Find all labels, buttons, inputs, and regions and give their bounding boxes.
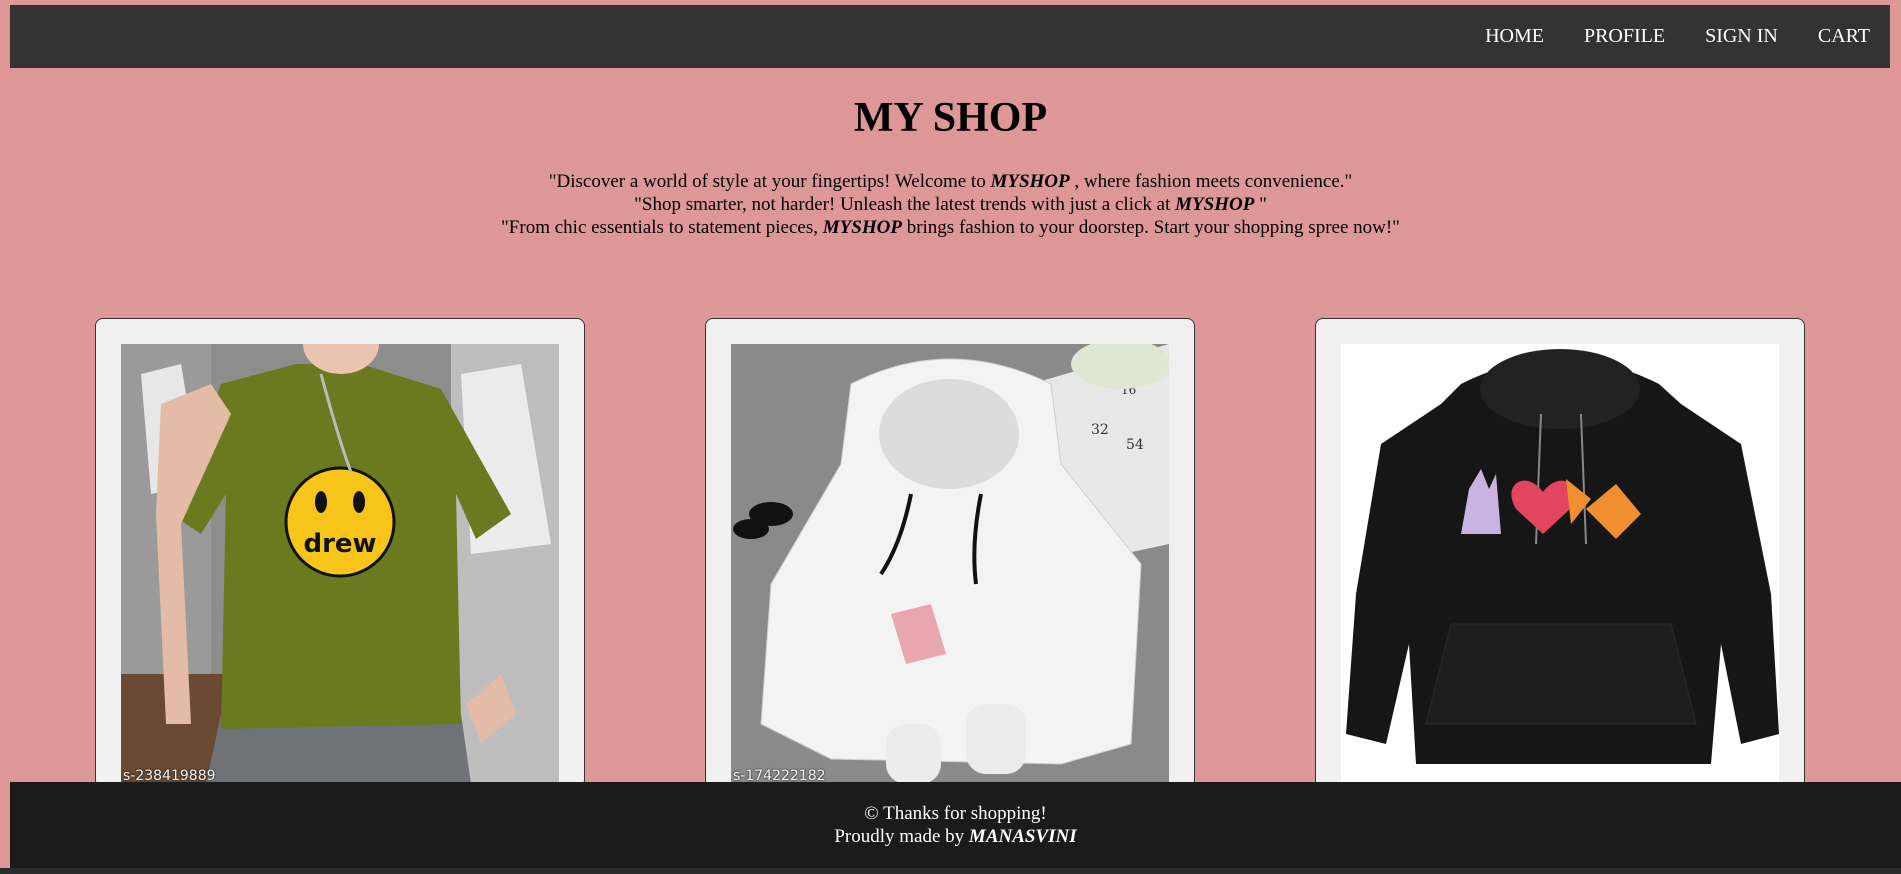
nav-sign-in-link[interactable]: SIGN IN [1705,25,1778,48]
author-name: MANASVINI [968,826,1077,847]
nav-profile-link[interactable]: PROFILE [1584,25,1665,48]
shirt-print-text: drew [303,529,376,559]
bottom-strip [0,868,1901,874]
page-title: MY SHOP [853,95,1048,141]
nav-home-link[interactable]: HOME [1485,25,1544,48]
product-card[interactable]: 32 54 16 s-174222182 [705,318,1195,788]
black-hoodie-peace-heart-butterfly-image[interactable] [1341,344,1779,784]
brand-name: MYSHOP [1175,194,1255,215]
taglines: "Discover a world of style at your finge… [0,170,1901,239]
tagline-2: "Shop smarter, not harder! Unleash the l… [634,194,1267,215]
brand-name: MYSHOP [822,217,902,238]
product-card[interactable]: drew s-238419889 [95,318,585,788]
footer-thanks: © Thanks for shopping! [864,803,1047,824]
top-navbar: HOME PROFILE SIGN IN CART [10,5,1890,68]
footer-credit: Proudly made by MANASVINI [834,826,1077,847]
tagline-1: "Discover a world of style at your finge… [548,171,1353,192]
product-card[interactable] [1315,318,1805,788]
magazine-page-number: 32 [1091,422,1109,438]
white-crop-hoodie-image[interactable]: 32 54 16 s-174222182 [731,344,1169,784]
brand-name: MYSHOP [990,171,1070,192]
product-grid: drew s-238419889 32 54 16 s-174222182 [0,318,1901,788]
tagline-3: "From chic essentials to statement piece… [501,217,1400,238]
magazine-page-number: 54 [1126,437,1144,453]
footer: © Thanks for shopping! Proudly made by M… [10,782,1901,868]
green-smiley-tshirt-image[interactable]: drew s-238419889 [121,344,559,784]
nav-cart-link[interactable]: CART [1818,25,1870,48]
